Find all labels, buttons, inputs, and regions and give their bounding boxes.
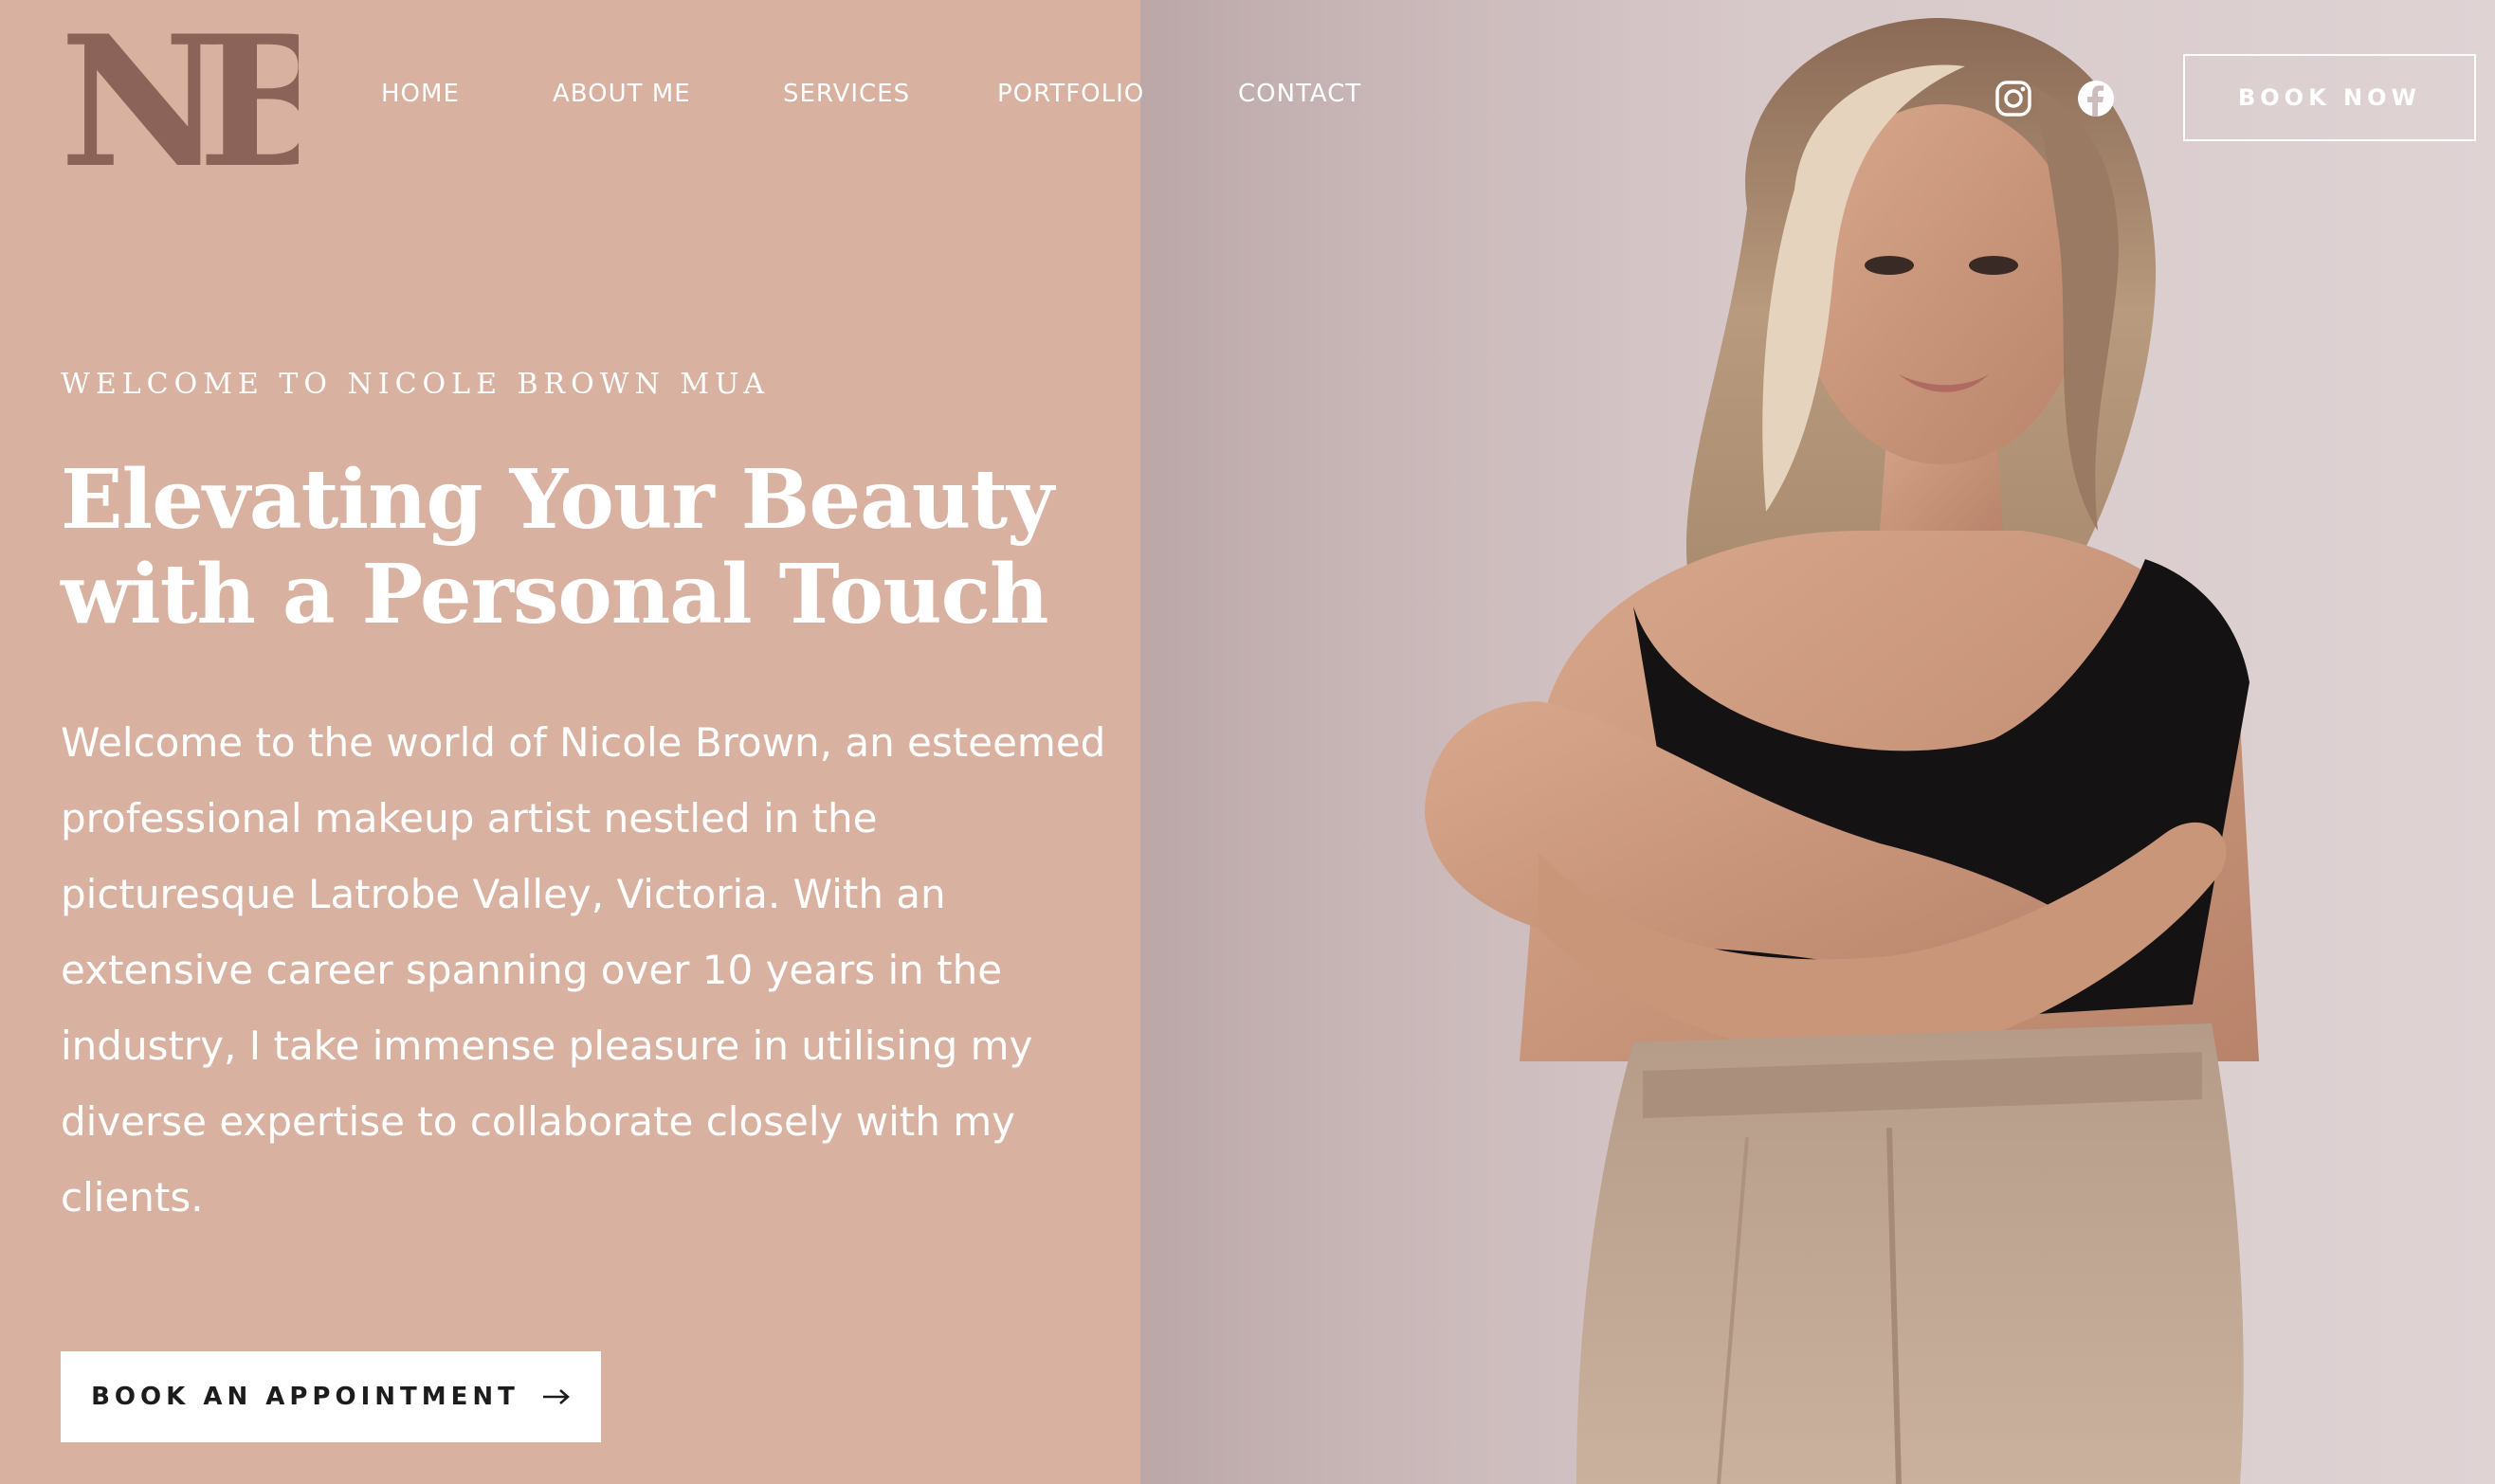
nav-item-contact[interactable]: CONTACT: [1238, 80, 1361, 108]
portrait-photo: [1140, 0, 2259, 1484]
book-appointment-button[interactable]: BOOK AN APPOINTMENT: [61, 1351, 601, 1442]
instagram-icon[interactable]: [1994, 80, 2032, 118]
nav-item-home[interactable]: HOME: [381, 80, 460, 108]
hero-intro-text: Welcome to the world of Nicole Brown, an…: [61, 719, 1106, 1221]
nav-item-services[interactable]: SERVICES: [783, 80, 910, 108]
book-appointment-label: BOOK AN APPOINTMENT: [91, 1383, 519, 1411]
arrow-right-icon: [542, 1389, 570, 1404]
nav-item-about-me[interactable]: ABOUT ME: [553, 80, 691, 108]
hero-eyebrow: WELCOME TO NICOLE BROWN MUA: [61, 368, 771, 401]
book-now-button[interactable]: BOOK NOW: [2183, 54, 2476, 141]
facebook-icon[interactable]: [2077, 80, 2115, 118]
hero-photo-panel: [1140, 0, 2495, 1484]
nav-item-portfolio[interactable]: PORTFOLIO: [997, 80, 1144, 108]
hero-headline: Elevating Your Beauty with a Personal To…: [61, 452, 1054, 642]
logo[interactable]: NB: [60, 23, 299, 171]
svg-text:NB: NB: [60, 23, 299, 171]
